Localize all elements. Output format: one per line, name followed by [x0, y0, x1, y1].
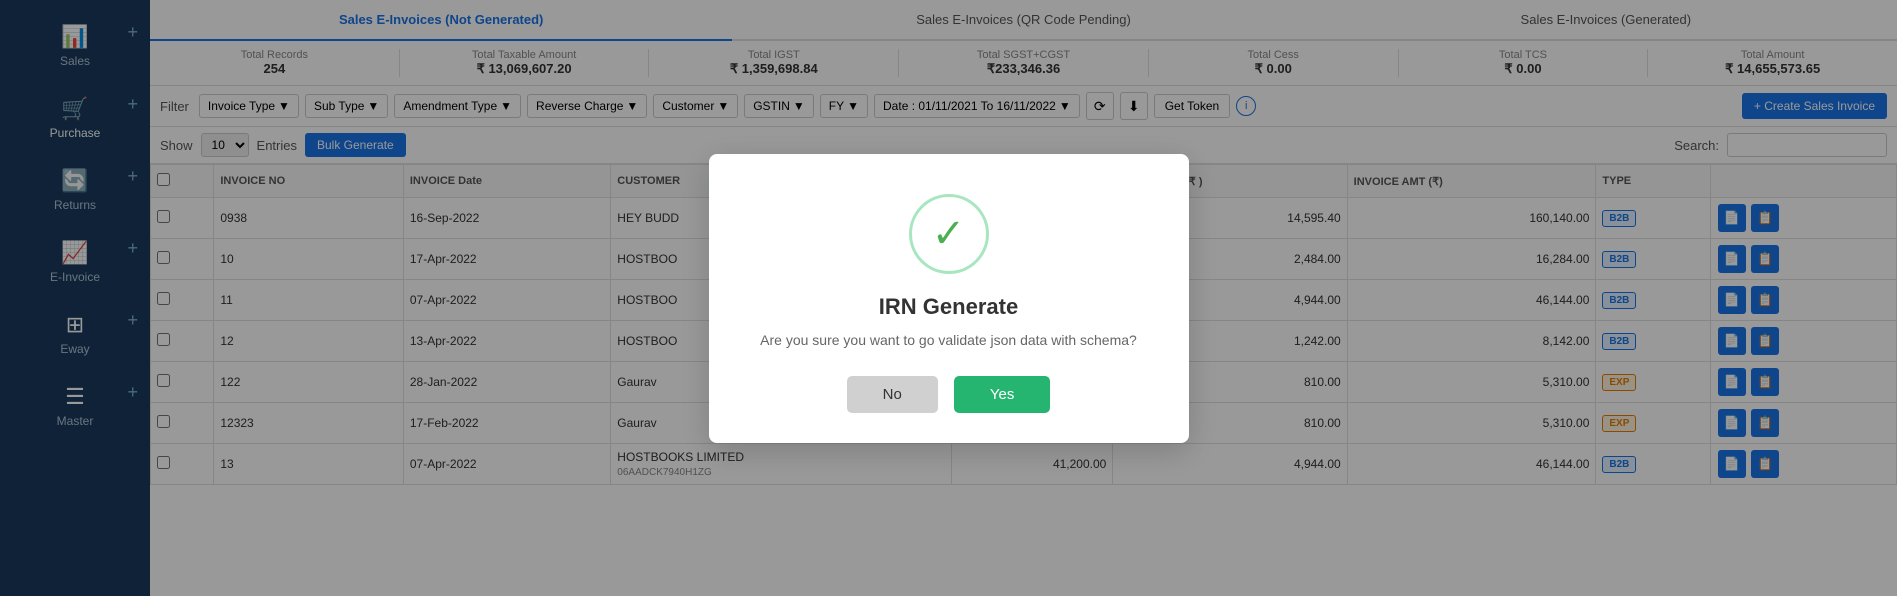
- modal-check-circle: ✓: [909, 194, 989, 274]
- modal-message: Are you sure you want to go validate jso…: [760, 332, 1137, 348]
- modal-yes-button[interactable]: Yes: [954, 376, 1050, 413]
- modal-buttons: No Yes: [847, 376, 1051, 413]
- modal-box: ✓ IRN Generate Are you sure you want to …: [709, 154, 1189, 443]
- modal-overlay: ✓ IRN Generate Are you sure you want to …: [0, 0, 1897, 596]
- modal-title: IRN Generate: [879, 294, 1018, 320]
- modal-check-icon: ✓: [932, 214, 966, 254]
- modal-no-button[interactable]: No: [847, 376, 938, 413]
